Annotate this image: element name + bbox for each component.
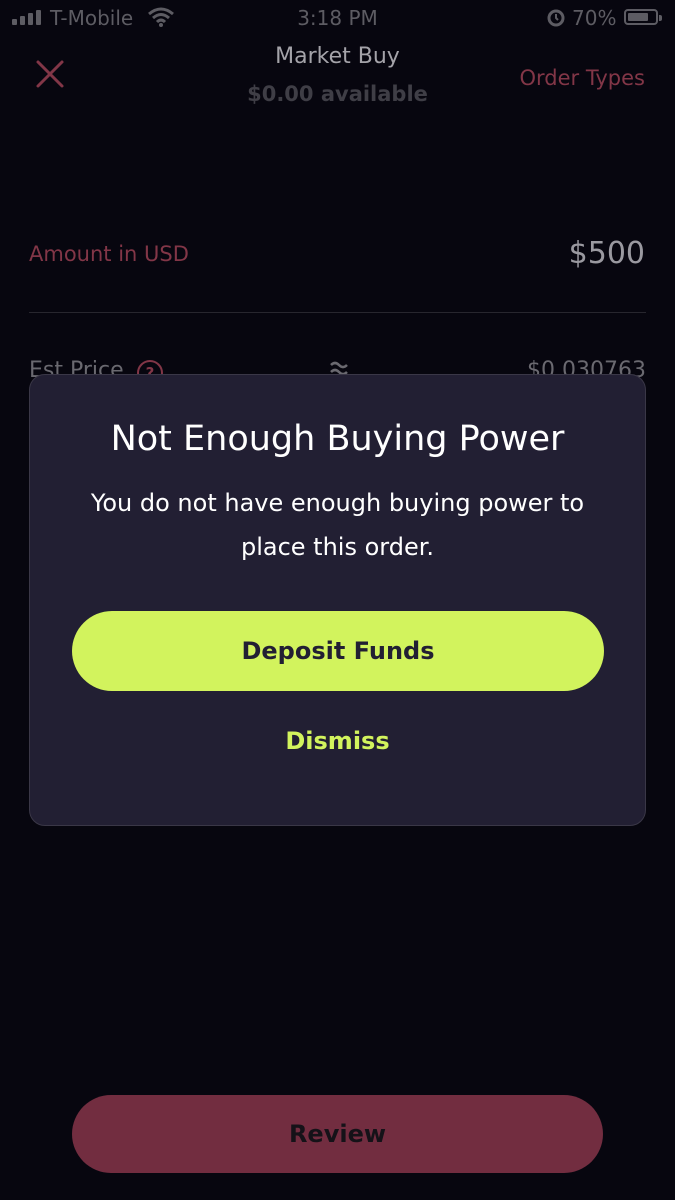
amount-label: Amount in USD <box>29 242 189 266</box>
order-types-link[interactable]: Order Types <box>519 66 645 90</box>
battery-cap <box>659 15 662 21</box>
deposit-funds-button[interactable]: Deposit Funds <box>72 611 604 691</box>
modal-message: You do not have enough buying power to p… <box>90 489 585 561</box>
alarm-icon <box>546 6 566 33</box>
battery-icon <box>624 9 658 25</box>
insufficient-funds-modal: Not Enough Buying Power You do not have … <box>29 374 646 826</box>
divider <box>29 312 646 313</box>
review-button[interactable]: Review <box>72 1095 603 1173</box>
amount-input[interactable]: $500 <box>569 236 645 271</box>
battery-percentage: 70% <box>572 6 617 30</box>
status-bar: T-Mobile 3:18 PM 70% <box>0 0 675 36</box>
modal-title: Not Enough Buying Power <box>110 419 565 459</box>
dismiss-button[interactable]: Dismiss <box>30 727 645 755</box>
